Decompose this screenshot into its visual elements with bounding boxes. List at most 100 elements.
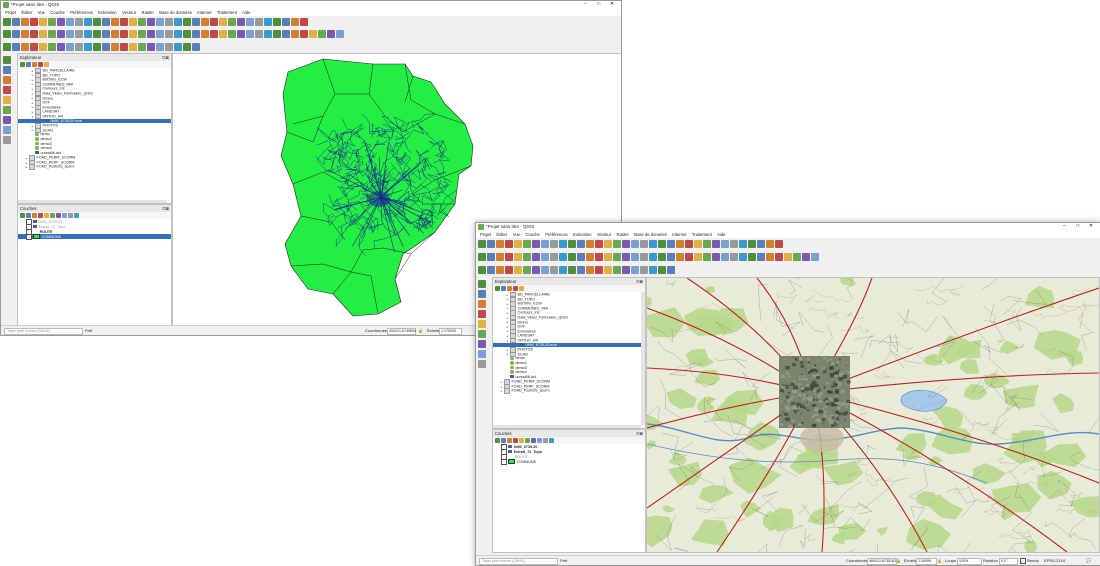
toolbar-tool-icon[interactable] <box>712 239 720 248</box>
toolbar-tool-icon[interactable] <box>210 17 218 26</box>
menu-editer[interactable]: Éditer <box>496 231 507 238</box>
toolbar-tool-icon[interactable] <box>219 17 227 26</box>
toolbar-tool-icon[interactable] <box>228 17 236 26</box>
toolbar-tool-icon[interactable] <box>66 17 74 26</box>
toolbar-tool-icon[interactable] <box>577 239 585 248</box>
horizontal-scrollbar[interactable] <box>493 425 641 428</box>
toolbar-tool-icon[interactable] <box>147 29 155 38</box>
toolbar-tool-icon[interactable] <box>3 42 11 51</box>
toolbar-tool-icon[interactable] <box>532 265 540 274</box>
toolbar-tool-icon[interactable] <box>478 280 486 288</box>
toolbar-tool-icon[interactable] <box>775 252 783 261</box>
toolbar-tool-icon[interactable] <box>129 17 137 26</box>
toolbar-tool-icon[interactable] <box>748 252 756 261</box>
toolbar-tool-icon[interactable] <box>478 265 486 274</box>
toolbar-tool-icon[interactable] <box>685 239 693 248</box>
toolbar-tool-icon[interactable] <box>478 290 486 298</box>
toolbar-tool-icon[interactable] <box>703 252 711 261</box>
toolbar-tool-icon[interactable] <box>147 42 155 51</box>
horizontal-scrollbar[interactable] <box>18 200 167 203</box>
toolbar-tool-icon[interactable] <box>604 252 612 261</box>
toolbar-tool-icon[interactable] <box>496 265 504 274</box>
toolbar-tool-icon[interactable] <box>309 29 317 38</box>
menu-aide[interactable]: Aide <box>242 9 250 16</box>
toolbar-tool-icon[interactable] <box>255 17 263 26</box>
crs-button[interactable]: EPSG:2154 <box>1044 556 1065 565</box>
toolbar-tool-icon[interactable] <box>219 29 227 38</box>
toolbar-tool-icon[interactable] <box>622 252 630 261</box>
menu-couche[interactable]: Couche <box>50 9 64 16</box>
toolbar-tool-icon[interactable] <box>84 29 92 38</box>
toolbar-tool-icon[interactable] <box>327 29 335 38</box>
toolbar-tool-icon[interactable] <box>595 265 603 274</box>
toolbar-tool-icon[interactable] <box>694 239 702 248</box>
toolbar-tool-icon[interactable] <box>766 239 774 248</box>
toolbar-tool-icon[interactable] <box>102 29 110 38</box>
toolbar-tool-icon[interactable] <box>523 265 531 274</box>
toolbar-tool-icon[interactable] <box>30 42 38 51</box>
toolbar-tool-icon[interactable] <box>505 239 513 248</box>
toolbar-tool-icon[interactable] <box>667 265 675 274</box>
toolbar-tool-icon[interactable] <box>39 42 47 51</box>
toolbar-tool-icon[interactable] <box>48 29 56 38</box>
toolbar-tool-icon[interactable] <box>32 213 37 218</box>
toolbar-tool-icon[interactable] <box>631 239 639 248</box>
toolbar-tool-icon[interactable] <box>3 136 11 144</box>
menu-base-de-donnees[interactable]: Base de données <box>634 231 667 238</box>
toolbar-tool-icon[interactable] <box>30 29 38 38</box>
map-canvas[interactable] <box>646 277 1100 553</box>
toolbar-tool-icon[interactable] <box>38 62 43 67</box>
toolbar-tool-icon[interactable] <box>336 29 344 38</box>
toolbar-tool-icon[interactable] <box>577 265 585 274</box>
layer-visibility-checkbox[interactable] <box>26 233 32 240</box>
toolbar-tool-icon[interactable] <box>519 286 524 291</box>
toolbar-tool-icon[interactable] <box>68 213 73 218</box>
toolbar-tool-icon[interactable] <box>487 239 495 248</box>
toolbar-tool-icon[interactable] <box>496 239 504 248</box>
toolbar-tool-icon[interactable] <box>541 265 549 274</box>
menu-extension[interactable]: Extension <box>98 9 116 16</box>
toolbar-tool-icon[interactable] <box>165 17 173 26</box>
toolbar-tool-icon[interactable] <box>44 213 49 218</box>
toolbar-tool-icon[interactable] <box>658 265 666 274</box>
toolbar-tool-icon[interactable] <box>156 29 164 38</box>
toolbar-tool-icon[interactable] <box>559 265 567 274</box>
toolbar-tool-icon[interactable] <box>20 213 25 218</box>
loupe-field[interactable]: 100% <box>957 557 982 565</box>
toolbar-tool-icon[interactable] <box>74 213 79 218</box>
layer-row[interactable]: COMMUNE <box>18 233 171 240</box>
minimize-button[interactable]: – <box>579 1 591 7</box>
menu-raster[interactable]: Raster <box>617 231 629 238</box>
scale-field[interactable]: 1:170034 <box>439 327 462 335</box>
toolbar-tool-icon[interactable] <box>676 239 684 248</box>
toolbar-tool-icon[interactable] <box>586 252 594 261</box>
close-button[interactable]: ✕ <box>1085 223 1097 229</box>
toolbar-tool-icon[interactable] <box>525 438 530 443</box>
maximize-button[interactable]: □ <box>1072 223 1084 229</box>
toolbar-tool-icon[interactable] <box>3 86 11 94</box>
menu-internet[interactable]: Internet <box>672 231 686 238</box>
toolbar-tool-icon[interactable] <box>703 239 711 248</box>
toolbar-tool-icon[interactable] <box>93 17 101 26</box>
toolbar-tool-icon[interactable] <box>478 340 486 348</box>
menu-preferences[interactable]: Préférences <box>545 231 568 238</box>
toolbar-tool-icon[interactable] <box>255 29 263 38</box>
toolbar-tool-icon[interactable] <box>523 252 531 261</box>
toolbar-tool-icon[interactable] <box>228 29 236 38</box>
toolbar-tool-icon[interactable] <box>505 265 513 274</box>
toolbar-tool-icon[interactable] <box>62 213 67 218</box>
toolbar-tool-icon[interactable] <box>26 213 31 218</box>
toolbar-tool-icon[interactable] <box>541 239 549 248</box>
toolbar-tool-icon[interactable] <box>730 252 738 261</box>
toolbar-tool-icon[interactable] <box>604 265 612 274</box>
menu-extension[interactable]: Extension <box>573 231 591 238</box>
toolbar-tool-icon[interactable] <box>3 66 11 74</box>
toolbar-tool-icon[interactable] <box>264 29 272 38</box>
toolbar-tool-icon[interactable] <box>721 252 729 261</box>
toolbar-tool-icon[interactable] <box>622 265 630 274</box>
toolbar-tool-icon[interactable] <box>513 286 518 291</box>
toolbar-tool-icon[interactable] <box>478 300 486 308</box>
toolbar-tool-icon[interactable] <box>559 252 567 261</box>
toolbar-tool-icon[interactable] <box>183 29 191 38</box>
toolbar-tool-icon[interactable] <box>478 252 486 261</box>
